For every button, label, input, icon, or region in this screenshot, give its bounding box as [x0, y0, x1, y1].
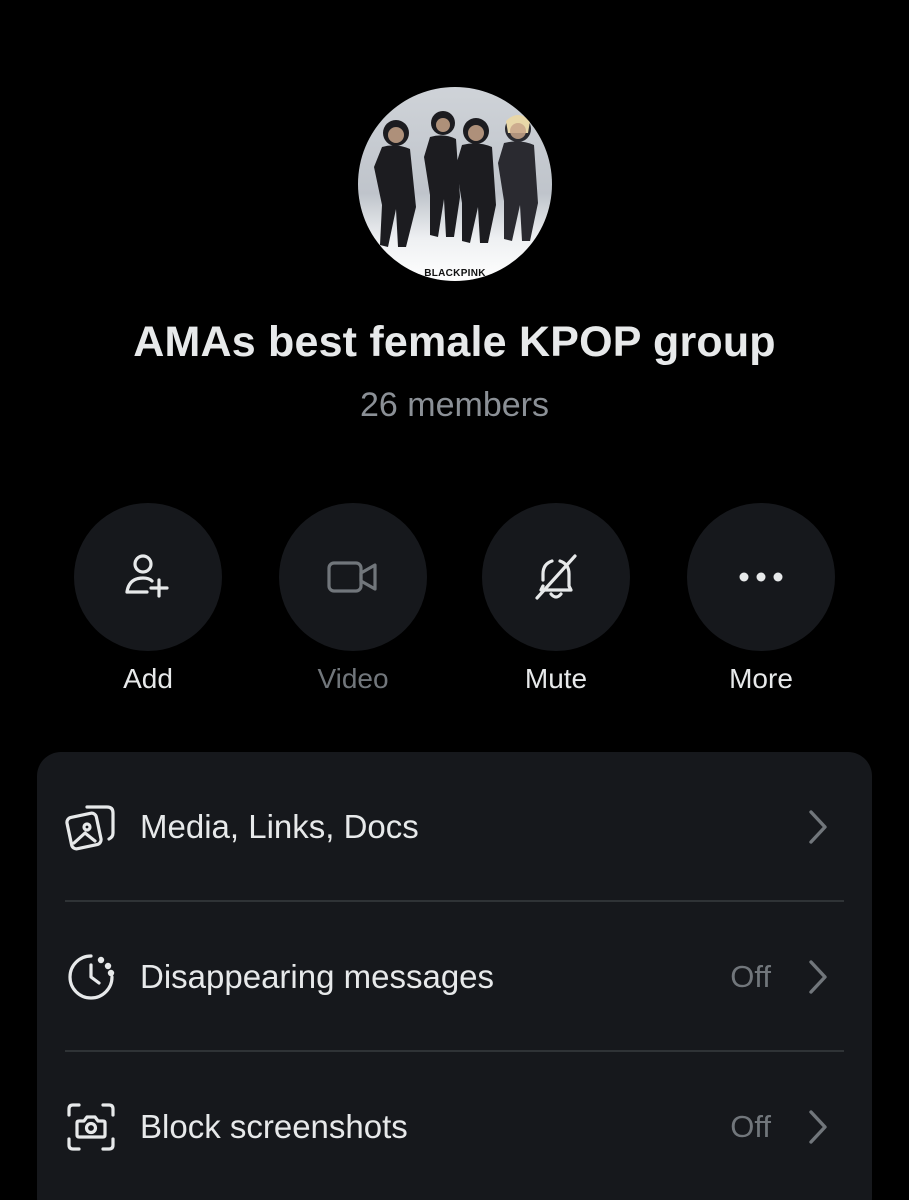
video-camera-icon	[327, 561, 377, 593]
more-button[interactable]: More	[687, 503, 835, 695]
row-disappearing-messages[interactable]: Disappearing messages Off	[37, 902, 872, 1052]
row-block-screenshots[interactable]: Block screenshots Off	[37, 1052, 872, 1200]
group-name: AMAs best female KPOP group	[133, 318, 776, 366]
video-button[interactable]: Video	[279, 503, 427, 695]
settings-card: Media, Links, Docs Disappearing messages…	[37, 752, 872, 1200]
add-button-circle[interactable]	[74, 503, 222, 651]
group-avatar[interactable]: BLACKPINK	[358, 87, 552, 281]
more-label: More	[729, 663, 793, 694]
more-dots-icon	[739, 572, 783, 582]
add-user-icon	[125, 554, 169, 598]
member-count[interactable]: 26 members	[0, 386, 909, 425]
mute-button-circle[interactable]	[482, 503, 630, 651]
video-label: Video	[317, 663, 389, 694]
chevron-right-icon	[809, 810, 827, 844]
add-label: Add	[123, 663, 173, 694]
timer-icon	[68, 954, 115, 1000]
media-gallery-icon	[65, 805, 115, 851]
block-screenshots-value: Off	[730, 1109, 771, 1144]
disappearing-messages-value: Off	[730, 959, 771, 994]
more-button-circle[interactable]	[687, 503, 835, 651]
add-button[interactable]: Add	[74, 503, 222, 695]
media-links-docs-label: Media, Links, Docs	[140, 808, 419, 845]
screenshot-camera-icon	[67, 1103, 115, 1151]
disappearing-messages-label: Disappearing messages	[140, 958, 495, 995]
chevron-right-icon	[809, 1110, 827, 1144]
mute-button[interactable]: Mute	[482, 503, 630, 695]
video-button-circle[interactable]	[279, 503, 427, 651]
bell-off-icon	[535, 554, 577, 600]
group-avatar-image	[374, 111, 538, 247]
block-screenshots-label: Block screenshots	[140, 1108, 408, 1145]
chevron-right-icon	[809, 960, 827, 994]
mute-label: Mute	[524, 663, 588, 694]
row-media-links-docs[interactable]: Media, Links, Docs	[37, 752, 872, 902]
avatar-caption: BLACKPINK	[424, 268, 486, 279]
